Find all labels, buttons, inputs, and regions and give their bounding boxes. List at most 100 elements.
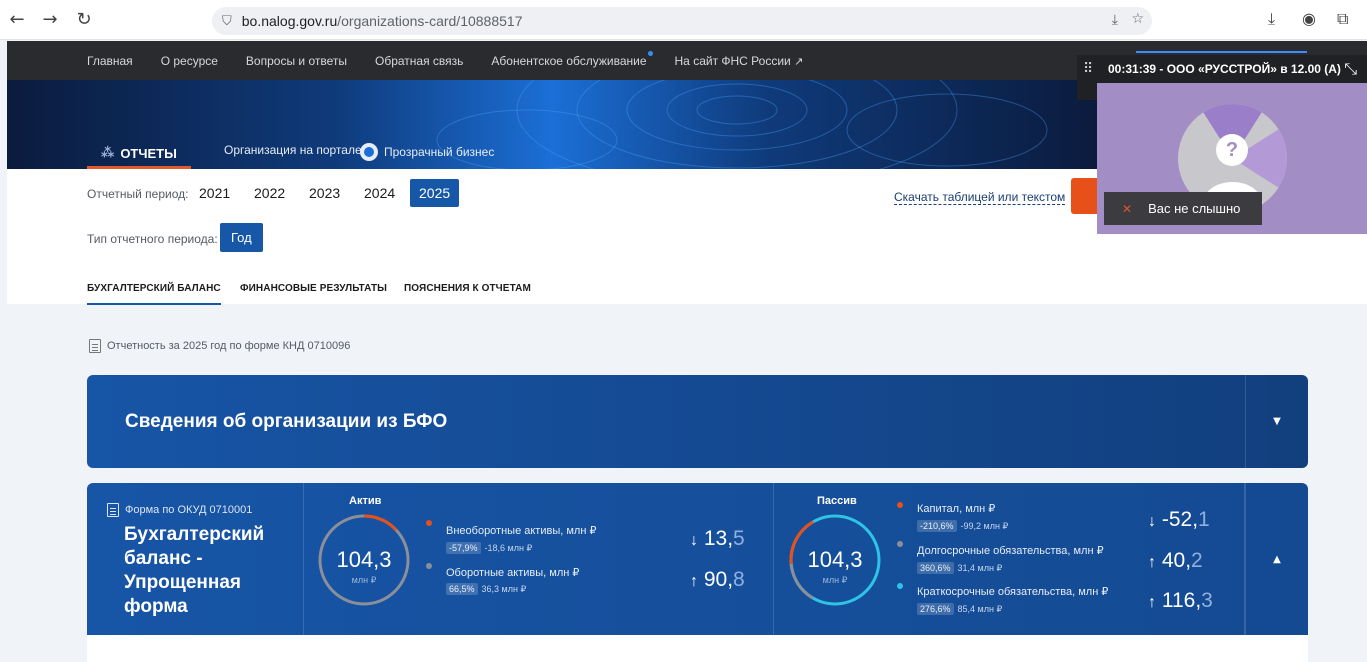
arrow-up-icon: ↑ [1148, 594, 1156, 611]
video-overlay-title: 00:31:39 - ООО «РУССТРОЙ» в 12.00 (А) [1108, 62, 1341, 76]
passiv-item-name: Краткосрочные обязательства, млн ₽ [917, 586, 1109, 598]
chevron-down-icon: ▼ [1273, 416, 1281, 427]
year-2022[interactable]: 2022 [245, 179, 294, 207]
unknown-user-icon: ? [1216, 134, 1248, 166]
browser-toolbar: ← → ↻ ⛉ bo.nalog.gov.ru/organizations-ca… [0, 0, 1367, 40]
value-frac: 5 [733, 527, 745, 550]
year-2021[interactable]: 2021 [190, 179, 239, 207]
period-type-label: Тип отчетного периода: [87, 232, 218, 246]
delta-text: 85,4 млн ₽ [957, 603, 1003, 614]
nav-about[interactable]: О ресурсе [161, 54, 218, 68]
aktiv-total: 104,3 [336, 547, 392, 572]
transparent-business-link[interactable]: Прозрачный бизнес [360, 143, 494, 161]
org-portal-link[interactable]: Организация на портале [224, 143, 362, 157]
arrow-up-icon: ↑ [690, 573, 698, 590]
video-overlay-header[interactable]: ⠿ 00:31:39 - ООО «РУССТРОЙ» в 12.00 (А) … [1077, 55, 1367, 83]
site-info-icon[interactable]: ⛉ [222, 14, 232, 29]
value-int: 90, [703, 568, 734, 591]
tab-reports[interactable]: ⁂ ОТЧЕТЫ [87, 140, 191, 169]
report-note: Отчетность за 2025 год по форме КНД 0710… [89, 339, 350, 353]
arrow-down-icon: ↓ [1148, 513, 1156, 530]
tab-reports-label: ОТЧЕТЫ [120, 145, 177, 161]
document-icon [89, 339, 101, 353]
url-host: bo.nalog.gov.ru [241, 13, 338, 29]
nav-fns-site[interactable]: На сайт ФНС России ↗ [675, 54, 804, 68]
delta-text: 31,4 млн ₽ [957, 562, 1003, 573]
aktiv-item-name: Оборотные активы, млн ₽ [446, 567, 580, 579]
profile-icon[interactable]: ◉ [1302, 9, 1316, 28]
period-type-year-button[interactable]: Год [220, 223, 263, 252]
passiv-label: Пассив [817, 495, 857, 507]
period-label: Отчетный период: [87, 187, 189, 201]
passiv-item-meta: -210,6% -99,2 млн ₽ [917, 520, 1008, 532]
video-overlay-side [1077, 83, 1097, 100]
legend-dot [426, 563, 432, 569]
nav-home[interactable]: Главная [87, 54, 133, 68]
passiv-item-value: ↑ 40,2 [1148, 549, 1203, 573]
org-info-card[interactable]: Сведения об организации из БФО ▼ [87, 375, 1308, 468]
back-icon[interactable]: ← [6, 8, 28, 30]
value-int: -52, [1161, 508, 1199, 531]
aktiv-item-value: ↓ 13,5 [690, 527, 745, 551]
downloads-icon[interactable]: ⤓ [1268, 9, 1275, 29]
nav-subscription[interactable]: Абонентское обслуживание [491, 50, 653, 68]
arrow-up-icon: ↑ [1148, 554, 1156, 571]
okud-label: Форма по ОКУД 0710001 [107, 503, 252, 517]
year-2023[interactable]: 2023 [300, 179, 349, 207]
video-tile: ? ✕ Вас не слышно [1097, 83, 1367, 234]
legend-dot [897, 502, 903, 508]
drag-handle-icon[interactable]: ⠿ [1083, 61, 1093, 77]
aktiv-item-value: ↑ 90,8 [690, 568, 745, 592]
subtab-financial-results[interactable]: ФИНАНСОВЫЕ РЕЗУЛЬТАТЫ [240, 283, 387, 294]
download-link[interactable]: Скачать таблицей или текстом [894, 190, 1066, 205]
passiv-unit: млн ₽ [822, 575, 848, 585]
passiv-item-name: Капитал, млн ₽ [917, 503, 996, 515]
address-bar[interactable]: ⛉ bo.nalog.gov.ru/organizations-card/108… [212, 7, 1152, 35]
value-int: 116, [1161, 589, 1202, 612]
notification-dot [647, 50, 653, 56]
report-note-text: Отчетность за 2025 год по форме КНД 0710… [107, 340, 351, 352]
microphone-off-icon: ✕ [1122, 201, 1133, 216]
balance-card: Форма по ОКУД 0710001 Бухгалтерский бала… [87, 483, 1308, 635]
expand-toggle[interactable]: ▼ [1245, 375, 1308, 468]
aktiv-item-meta: 66,5% 36,3 млн ₽ [446, 583, 526, 595]
value-int: 40, [1161, 549, 1192, 572]
org-info-title: Сведения об организации из БФО [125, 411, 448, 432]
collapse-toggle[interactable]: ▲ [1245, 483, 1308, 635]
nav-search-outline [1136, 51, 1307, 53]
install-app-icon[interactable]: ⤓ [1112, 12, 1118, 28]
pct-badge: 360,6% [917, 562, 954, 574]
aktiv-unit: млн ₽ [351, 575, 377, 585]
bookmark-star-icon[interactable]: ☆ [1131, 11, 1144, 27]
external-link-icon: ↗ [794, 54, 804, 68]
pct-badge: 66,5% [446, 583, 478, 595]
reload-icon[interactable]: ↻ [73, 8, 95, 30]
divider [303, 483, 304, 635]
nav-feedback[interactable]: Обратная связь [375, 54, 463, 68]
balance-card-body [87, 635, 1308, 662]
minimize-icon[interactable]: ⤡ [1344, 59, 1357, 79]
nav-faq[interactable]: Вопросы и ответы [246, 54, 347, 68]
passiv-item-value: ↓ -52,1 [1148, 508, 1210, 532]
subtab-balance[interactable]: БУХГАЛТЕРСКИЙ БАЛАНС [87, 283, 221, 305]
year-2024[interactable]: 2024 [355, 179, 404, 207]
value-frac: 2 [1191, 549, 1203, 572]
reports-icon: ⁂ [101, 145, 115, 161]
delta-text: -18,6 млн ₽ [484, 542, 533, 553]
mute-status: ✕ Вас не слышно [1104, 192, 1262, 225]
url-path: /organizations-card/10888517 [337, 13, 523, 29]
arrow-down-icon: ↓ [690, 532, 698, 549]
passiv-item-value: ↑ 116,3 [1148, 589, 1213, 613]
chevron-up-icon: ▲ [1273, 553, 1281, 565]
delta-text: -99,2 млн ₽ [960, 520, 1009, 531]
legend-dot [897, 541, 903, 547]
year-2025[interactable]: 2025 [410, 179, 460, 207]
forward-icon[interactable]: → [39, 8, 61, 30]
value-int: 13, [703, 527, 734, 550]
nav-subscription-label: Абонентское обслуживание [491, 53, 647, 68]
subtab-explanations[interactable]: ПОЯСНЕНИЯ К ОТЧЕТАМ [404, 283, 531, 294]
okud-text: Форма по ОКУД 0710001 [125, 504, 253, 516]
aktiv-item-meta: -57,9% -18,6 млн ₽ [446, 542, 532, 554]
extensions-icon[interactable]: ⧉ [1337, 9, 1348, 29]
mute-text: Вас не слышно [1148, 201, 1241, 216]
